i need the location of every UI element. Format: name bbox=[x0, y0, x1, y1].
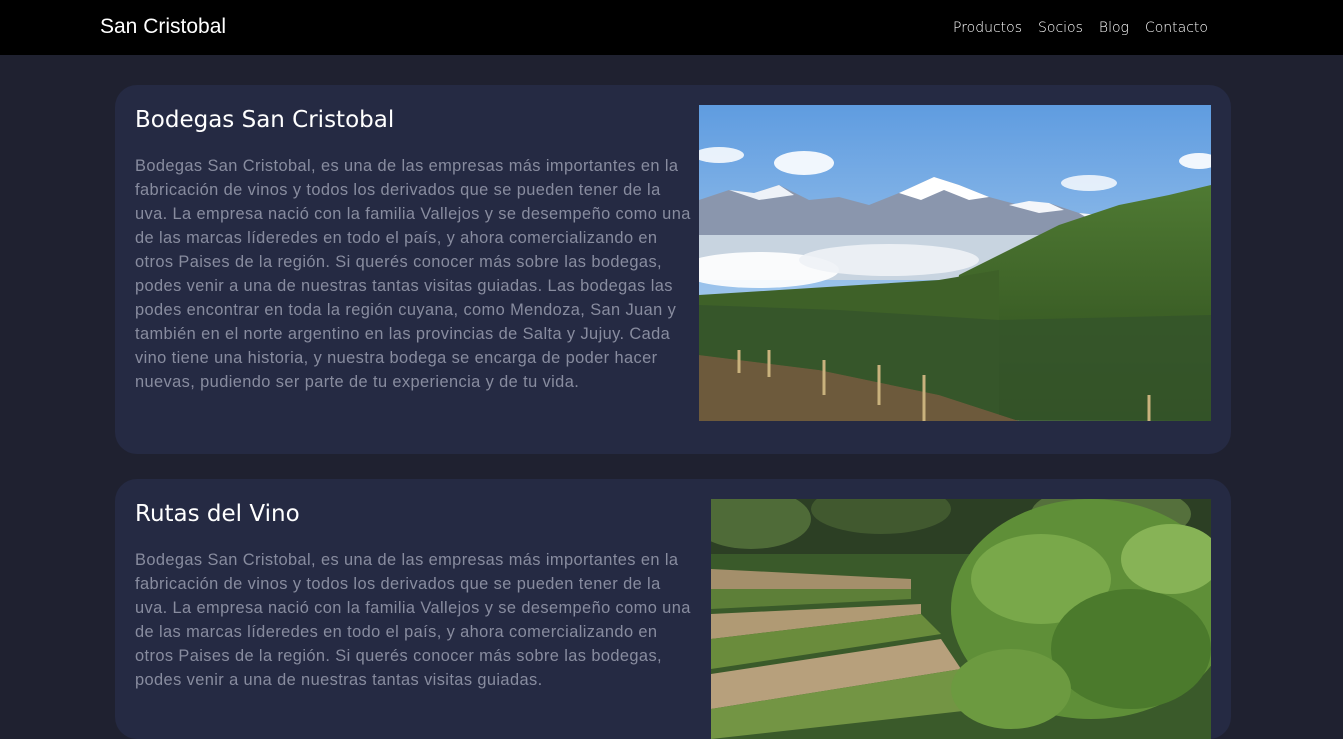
navbar: San Cristobal Productos Socios Blog Cont… bbox=[0, 0, 1343, 55]
brand-logo[interactable]: San Cristobal bbox=[100, 14, 226, 40]
card-description: Bodegas San Cristobal, es una de las emp… bbox=[135, 157, 691, 391]
nav-link-productos[interactable]: Productos bbox=[953, 20, 1022, 36]
nav-link-contacto[interactable]: Contacto bbox=[1145, 20, 1208, 36]
nav-item: Blog bbox=[1099, 17, 1129, 38]
vineyard-rows-photo bbox=[711, 499, 1211, 739]
nav-link-blog[interactable]: Blog bbox=[1099, 20, 1129, 36]
card-title: Rutas del Vino bbox=[135, 501, 300, 527]
nav-link-socios[interactable]: Socios bbox=[1038, 20, 1083, 36]
card-rutas-del-vino: Rutas del Vino Bodegas San Cristobal, es… bbox=[115, 479, 1231, 739]
vineyard-mountains-photo bbox=[699, 105, 1211, 421]
card-title: Bodegas San Cristobal bbox=[135, 107, 395, 133]
nav-menu: Productos Socios Blog Contacto bbox=[953, 17, 1208, 38]
nav-item: Socios bbox=[1038, 17, 1083, 38]
card-description: Bodegas San Cristobal, es una de las emp… bbox=[135, 551, 691, 689]
nav-item: Contacto bbox=[1145, 17, 1208, 38]
nav-item: Productos bbox=[953, 17, 1022, 38]
card-bodegas: Bodegas San Cristobal Bodegas San Cristo… bbox=[115, 85, 1231, 454]
